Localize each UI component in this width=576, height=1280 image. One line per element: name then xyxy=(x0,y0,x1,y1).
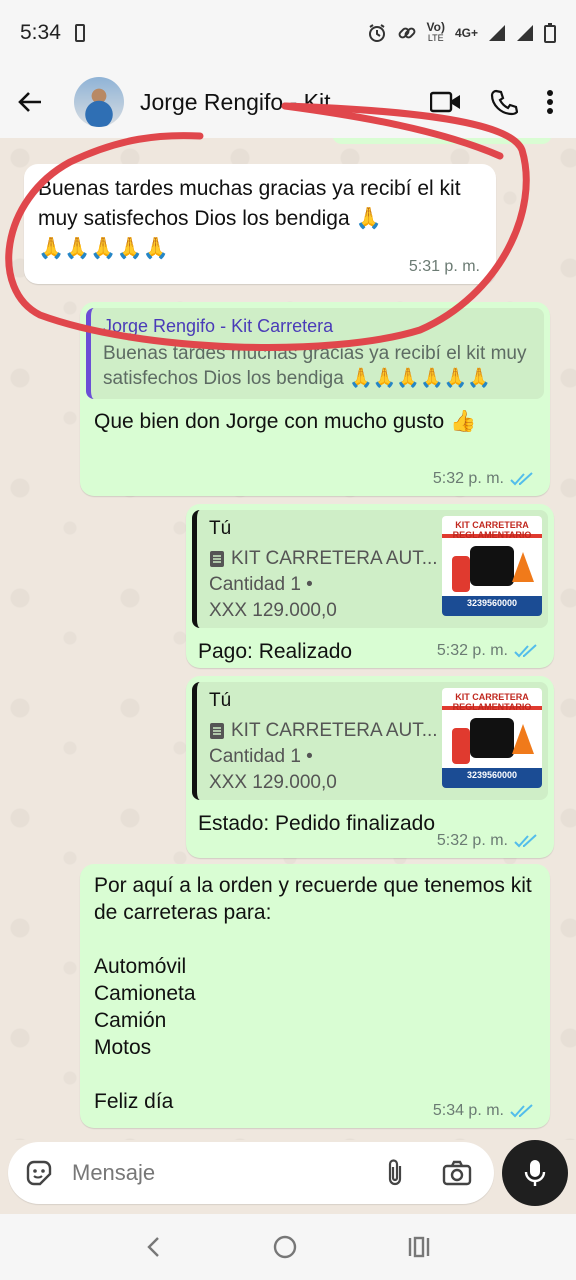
quote-author: Jorge Rengifo - Kit Carretera xyxy=(103,316,334,336)
document-icon xyxy=(210,551,224,567)
previous-message-edge xyxy=(332,138,552,144)
product-thumbnail[interactable]: KIT CARRETERA REGLAMENTARIO 3239560000 xyxy=(442,688,542,788)
triangle-shape xyxy=(512,724,534,754)
sim-icon xyxy=(74,24,85,42)
avatar[interactable] xyxy=(74,77,124,127)
order-card[interactable]: Tú KIT CARRETERA AUT... Cantidad 1 • XXX… xyxy=(192,510,548,628)
video-call-icon[interactable] xyxy=(430,90,462,114)
message-time: 5:32 p. m. xyxy=(437,832,538,850)
read-ticks-icon xyxy=(514,644,537,658)
kit-case-shape xyxy=(470,546,514,586)
system-navigation-bar xyxy=(0,1214,576,1280)
read-ticks-icon xyxy=(514,834,537,848)
arrow-left-icon xyxy=(18,92,41,112)
battery-icon xyxy=(544,23,556,43)
triangle-shape xyxy=(512,552,534,582)
quoted-message[interactable]: Jorge Rengifo - Kit Carretera Buenas tar… xyxy=(86,308,544,399)
status-icons: Vo) LTE 4G+ xyxy=(367,20,556,44)
message-time: 5:34 p. m. xyxy=(433,1102,534,1120)
back-button[interactable] xyxy=(0,66,60,138)
nav-home-icon[interactable] xyxy=(272,1234,298,1260)
camera-icon[interactable] xyxy=(442,1160,472,1186)
nav-recents-icon[interactable] xyxy=(406,1235,432,1259)
message-text: Que bien don Jorge con mucho gusto 👍 xyxy=(94,410,477,433)
chat-header: Jorge Rengifo - Kit Carretera xyxy=(0,66,576,138)
voice-message-button[interactable] xyxy=(502,1140,568,1206)
message-input[interactable] xyxy=(72,1160,384,1186)
phone-icon[interactable] xyxy=(490,88,518,116)
alarm-icon xyxy=(368,24,385,42)
signal-icon-2 xyxy=(517,25,533,41)
thumbnail-phone: 3239560000 xyxy=(466,598,518,608)
read-ticks-icon xyxy=(510,472,533,486)
volte-indicator: Vo) LTE xyxy=(426,20,445,43)
thumbnail-title: KIT CARRETERA REGLAMENTARIO xyxy=(452,520,532,540)
product-thumbnail[interactable]: KIT CARRETERA REGLAMENTARIO 3239560000 xyxy=(442,516,542,616)
message-time: 5:32 p. m. xyxy=(433,470,534,488)
attach-icon[interactable] xyxy=(384,1158,406,1188)
order-message-status[interactable]: Tú KIT CARRETERA AUT... Cantidad 1 • XXX… xyxy=(186,676,554,858)
thumbnail-title: KIT CARRETERA REGLAMENTARIO xyxy=(452,692,532,712)
outgoing-message[interactable]: Por aquí a la orden y recuerde que tenem… xyxy=(80,864,550,1128)
nav-back-icon[interactable] xyxy=(144,1235,164,1259)
order-card[interactable]: Tú KIT CARRETERA AUT... Cantidad 1 • XXX… xyxy=(192,682,548,800)
contact-name[interactable]: Jorge Rengifo - Kit Carretera xyxy=(140,89,360,116)
incoming-message[interactable]: Buenas tardes muchas gracias ya recibí e… xyxy=(24,164,496,284)
extinguisher-shape xyxy=(452,556,470,592)
status-bar: 5:34 Vo) LTE 4G+ xyxy=(0,0,576,66)
link-icon xyxy=(398,27,415,39)
network-type: 4G+ xyxy=(454,25,478,40)
message-composer xyxy=(8,1142,494,1204)
status-time: 5:34 xyxy=(20,21,61,44)
extinguisher-shape xyxy=(452,728,470,764)
message-text: Por aquí a la orden y recuerde que tenem… xyxy=(94,874,532,1113)
more-options-icon[interactable] xyxy=(546,89,554,115)
document-icon xyxy=(210,723,224,739)
message-text: Buenas tardes muchas gracias ya recibí e… xyxy=(38,177,461,260)
outgoing-reply-message[interactable]: Jorge Rengifo - Kit Carretera Buenas tar… xyxy=(80,302,550,496)
microphone-icon xyxy=(524,1160,546,1186)
message-time: 5:31 p. m. xyxy=(408,258,480,275)
thumbnail-phone: 3239560000 xyxy=(466,770,518,780)
sticker-icon[interactable] xyxy=(24,1158,54,1188)
chat-area[interactable]: Buenas tardes muchas gracias ya recibí e… xyxy=(0,138,576,1140)
order-message-payment[interactable]: Tú KIT CARRETERA AUT... Cantidad 1 • XXX… xyxy=(186,504,554,668)
signal-icon xyxy=(489,25,505,41)
read-ticks-icon xyxy=(510,1104,533,1118)
quote-text: Buenas tardes muchas gracias ya recibí e… xyxy=(103,343,527,389)
kit-case-shape xyxy=(470,718,514,758)
message-time: 5:32 p. m. xyxy=(437,642,538,660)
